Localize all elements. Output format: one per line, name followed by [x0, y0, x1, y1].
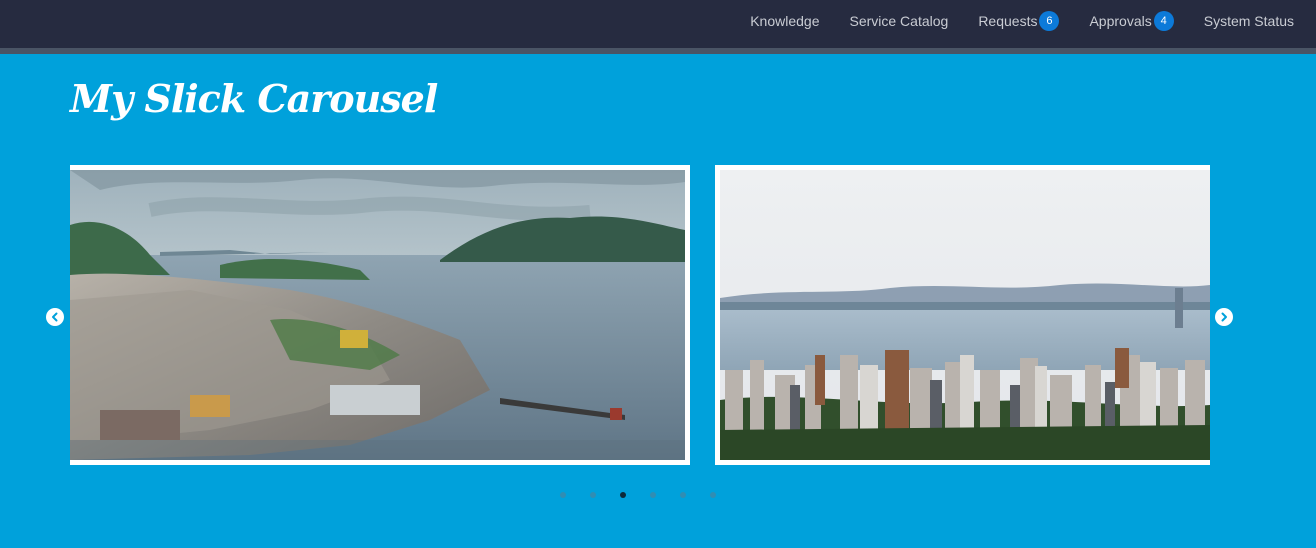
nav-approvals-label: Approvals: [1089, 13, 1152, 29]
carousel-dot-2[interactable]: [590, 492, 596, 498]
carousel-dot-1[interactable]: [560, 492, 566, 498]
nav-service-catalog[interactable]: Service Catalog: [849, 13, 948, 29]
nav-knowledge-label: Knowledge: [750, 13, 820, 29]
carousel-slide-2[interactable]: [715, 165, 1210, 465]
carousel-prev-button[interactable]: [46, 308, 64, 326]
nav-requests[interactable]: Requests 6: [978, 11, 1060, 31]
nav-knowledge[interactable]: Knowledge: [750, 13, 819, 29]
carousel-next-button[interactable]: [1215, 308, 1233, 326]
approvals-count-badge: 4: [1153, 11, 1174, 31]
nav-service-catalog-label: Service Catalog: [849, 13, 949, 29]
nav-approvals[interactable]: Approvals 4: [1089, 11, 1174, 31]
harbor-city-skyline-photo: [720, 170, 1210, 460]
requests-count-badge: 6: [1039, 11, 1060, 31]
carousel-dot-6[interactable]: [710, 492, 716, 498]
coastal-town-fjord-photo: [70, 170, 685, 460]
carousel-dot-5[interactable]: [680, 492, 686, 498]
carousel-dot-4[interactable]: [650, 492, 656, 498]
nav-system-status[interactable]: System Status: [1204, 13, 1294, 29]
chevron-right-circle-icon: [1221, 312, 1227, 322]
page-title: My Slick Carousel: [70, 76, 438, 121]
nav-requests-label: Requests: [978, 13, 1038, 29]
carousel-dot-3[interactable]: [620, 492, 626, 498]
nav-system-status-label: System Status: [1203, 13, 1294, 29]
chevron-left-circle-icon: [52, 312, 58, 322]
carousel-slide-1[interactable]: [70, 165, 690, 465]
header-nav: Knowledge Service Catalog Requests 6 App…: [750, 0, 1294, 42]
navbar-divider: [0, 48, 1316, 54]
carousel-pagination: [560, 492, 716, 498]
